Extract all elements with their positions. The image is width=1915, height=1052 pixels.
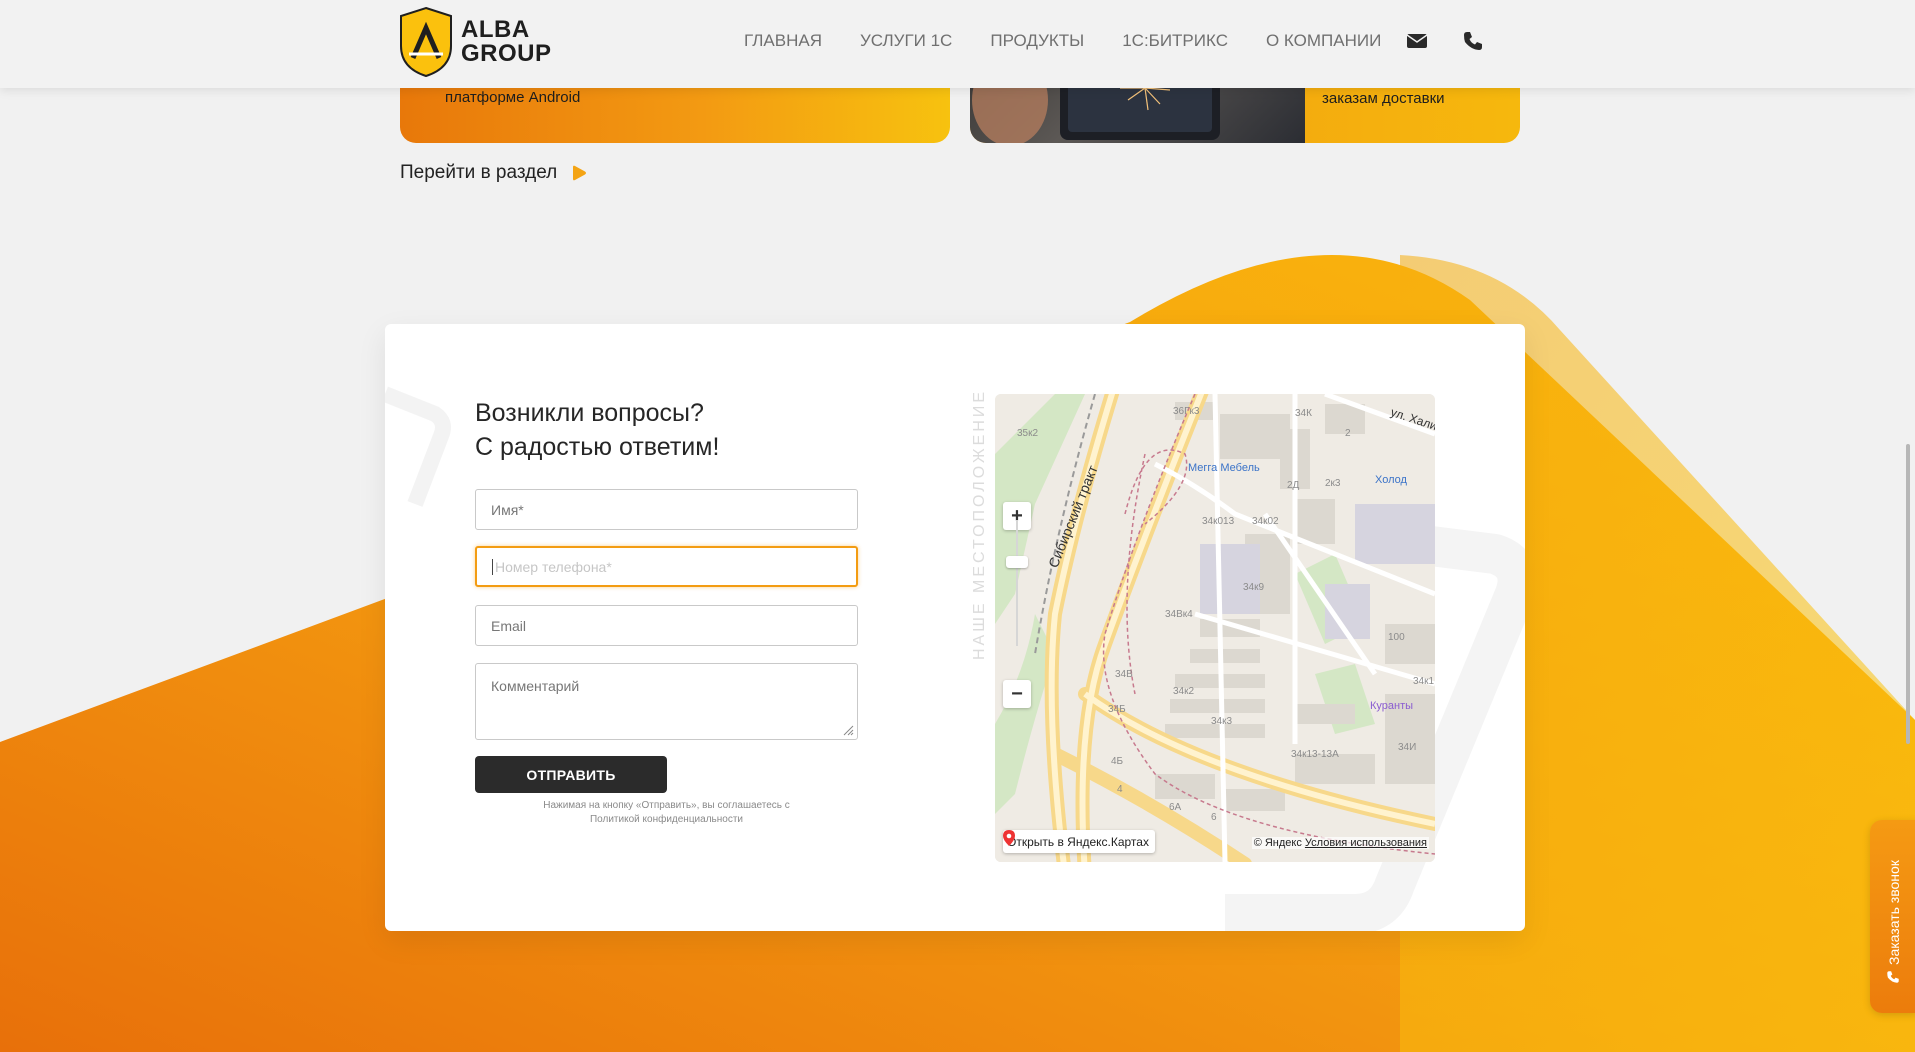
- comment-field[interactable]: Комментарий: [475, 663, 858, 740]
- map-label: 34к013: [1202, 516, 1235, 527]
- map-label: 34к9: [1243, 582, 1265, 593]
- callback-label: Заказать звонок: [1886, 860, 1902, 965]
- nav-item-services[interactable]: УСЛУГИ 1С: [860, 31, 952, 51]
- mail-icon[interactable]: [1406, 30, 1428, 52]
- open-in-yandex-maps-button[interactable]: Открыть в Яндекс.Картах: [1003, 830, 1155, 853]
- map-label: 34к2: [1173, 686, 1195, 697]
- text-caret: [492, 558, 493, 575]
- open-maps-label: Открыть в Яндекс.Картах: [1007, 834, 1149, 849]
- map-pin-icon: [1003, 830, 1015, 846]
- map-label: 4Б: [1111, 756, 1124, 767]
- copyright-text: © Яндекс: [1253, 837, 1302, 849]
- map-label: 2к3: [1325, 478, 1341, 489]
- comment-placeholder: Комментарий: [491, 678, 580, 694]
- map-label: 34К: [1295, 408, 1312, 419]
- map-label: 34к13-13А: [1291, 749, 1339, 760]
- terms-link[interactable]: Условия использования: [1305, 837, 1427, 849]
- main-nav: ГЛАВНАЯ УСЛУГИ 1С ПРОДУКТЫ 1С:БИТРИКС О …: [744, 31, 1419, 51]
- map-label: 4: [1117, 784, 1123, 795]
- map-zoom-handle[interactable]: [1006, 556, 1028, 568]
- map-label: 34И: [1398, 742, 1417, 753]
- contact-panel: Возникли вопросы? С радостью ответим! Им…: [385, 324, 1525, 931]
- resize-handle-icon[interactable]: [843, 725, 854, 736]
- title-line2: С радостью ответим!: [475, 433, 720, 461]
- map-zoom-slider[interactable]: [1016, 520, 1018, 646]
- map-label: 34Вк4: [1165, 609, 1193, 620]
- logo[interactable]: ALBA GROUP: [399, 6, 559, 78]
- name-placeholder: Имя*: [491, 501, 524, 518]
- map-label: 34к1: [1413, 676, 1435, 687]
- form-title: Возникли вопросы? С радостью ответим!: [475, 396, 719, 464]
- card-text: платформе Android: [445, 89, 581, 106]
- map-label: 34к3: [1211, 716, 1233, 727]
- logo-line2: GROUP: [461, 40, 552, 67]
- map-label: 34Б: [1108, 704, 1126, 715]
- map-label: 2Д: [1287, 480, 1300, 491]
- map-poi[interactable]: Куранты: [1370, 700, 1413, 712]
- map-label: 6: [1211, 812, 1217, 823]
- map-label: 2: [1345, 428, 1351, 439]
- privacy-disclaimer: Нажимая на кнопку «Отправить», вы соглаш…: [475, 799, 858, 827]
- name-field[interactable]: Имя*: [475, 489, 858, 530]
- nav-item-about[interactable]: О КОМПАНИИ: [1266, 31, 1381, 51]
- map-poi[interactable]: Мегга Мебель: [1188, 462, 1260, 474]
- email-placeholder: Email: [491, 617, 527, 634]
- phone-icon[interactable]: [1462, 30, 1484, 52]
- map-poi[interactable]: Холод: [1375, 474, 1407, 486]
- map-copyright: © Яндекс Условия использования: [1251, 837, 1429, 849]
- map-label: 34к02: [1252, 516, 1279, 527]
- privacy-policy-link[interactable]: Политикой конфиденциальности: [475, 813, 858, 827]
- site-header: ALBA GROUP ГЛАВНАЯ УСЛУГИ 1С ПРОДУКТЫ 1С…: [0, 0, 1915, 88]
- decorative-shape: [385, 386, 451, 507]
- yandex-map[interactable]: Сибирский тракт ул. Хали Мегга Мебель Хо…: [995, 394, 1435, 862]
- logo-shield-icon: [400, 6, 452, 78]
- disclaimer-line1: Нажимая на кнопку «Отправить», вы соглаш…: [543, 800, 790, 811]
- map-label: 35к2: [1017, 428, 1039, 439]
- submit-button[interactable]: ОТПРАВИТЬ: [475, 756, 667, 793]
- map-zoom-out-button[interactable]: −: [1003, 680, 1031, 708]
- map-label: 34В: [1115, 669, 1133, 680]
- phone-field[interactable]: Номер телефона*: [475, 546, 858, 587]
- goto-label: Перейти в раздел: [400, 162, 558, 183]
- map-label: 100: [1388, 632, 1405, 643]
- map-label: 6А: [1169, 802, 1182, 813]
- phone-placeholder: Номер телефона*: [495, 558, 612, 575]
- nav-item-home[interactable]: ГЛАВНАЯ: [744, 31, 822, 51]
- page-scrollbar[interactable]: [1906, 444, 1910, 744]
- card-text: заказам доставки: [1322, 90, 1445, 107]
- email-field[interactable]: Email: [475, 605, 858, 646]
- title-line1: Возникли вопросы?: [475, 399, 704, 427]
- map-label: 36Гк3: [1173, 406, 1200, 417]
- callback-button[interactable]: Заказать звонок: [1870, 820, 1915, 1013]
- nav-item-products[interactable]: ПРОДУКТЫ: [990, 31, 1084, 51]
- nav-item-bitrix[interactable]: 1С:БИТРИКС: [1122, 31, 1228, 51]
- goto-section-link[interactable]: Перейти в раздел: [400, 162, 587, 184]
- location-label: НАШЕ МЕСТОПОЛОЖЕНИЕ: [971, 388, 988, 660]
- phone-icon: [1887, 971, 1899, 983]
- logo-line1: ALBA: [461, 16, 530, 43]
- play-arrow-icon: [573, 165, 587, 181]
